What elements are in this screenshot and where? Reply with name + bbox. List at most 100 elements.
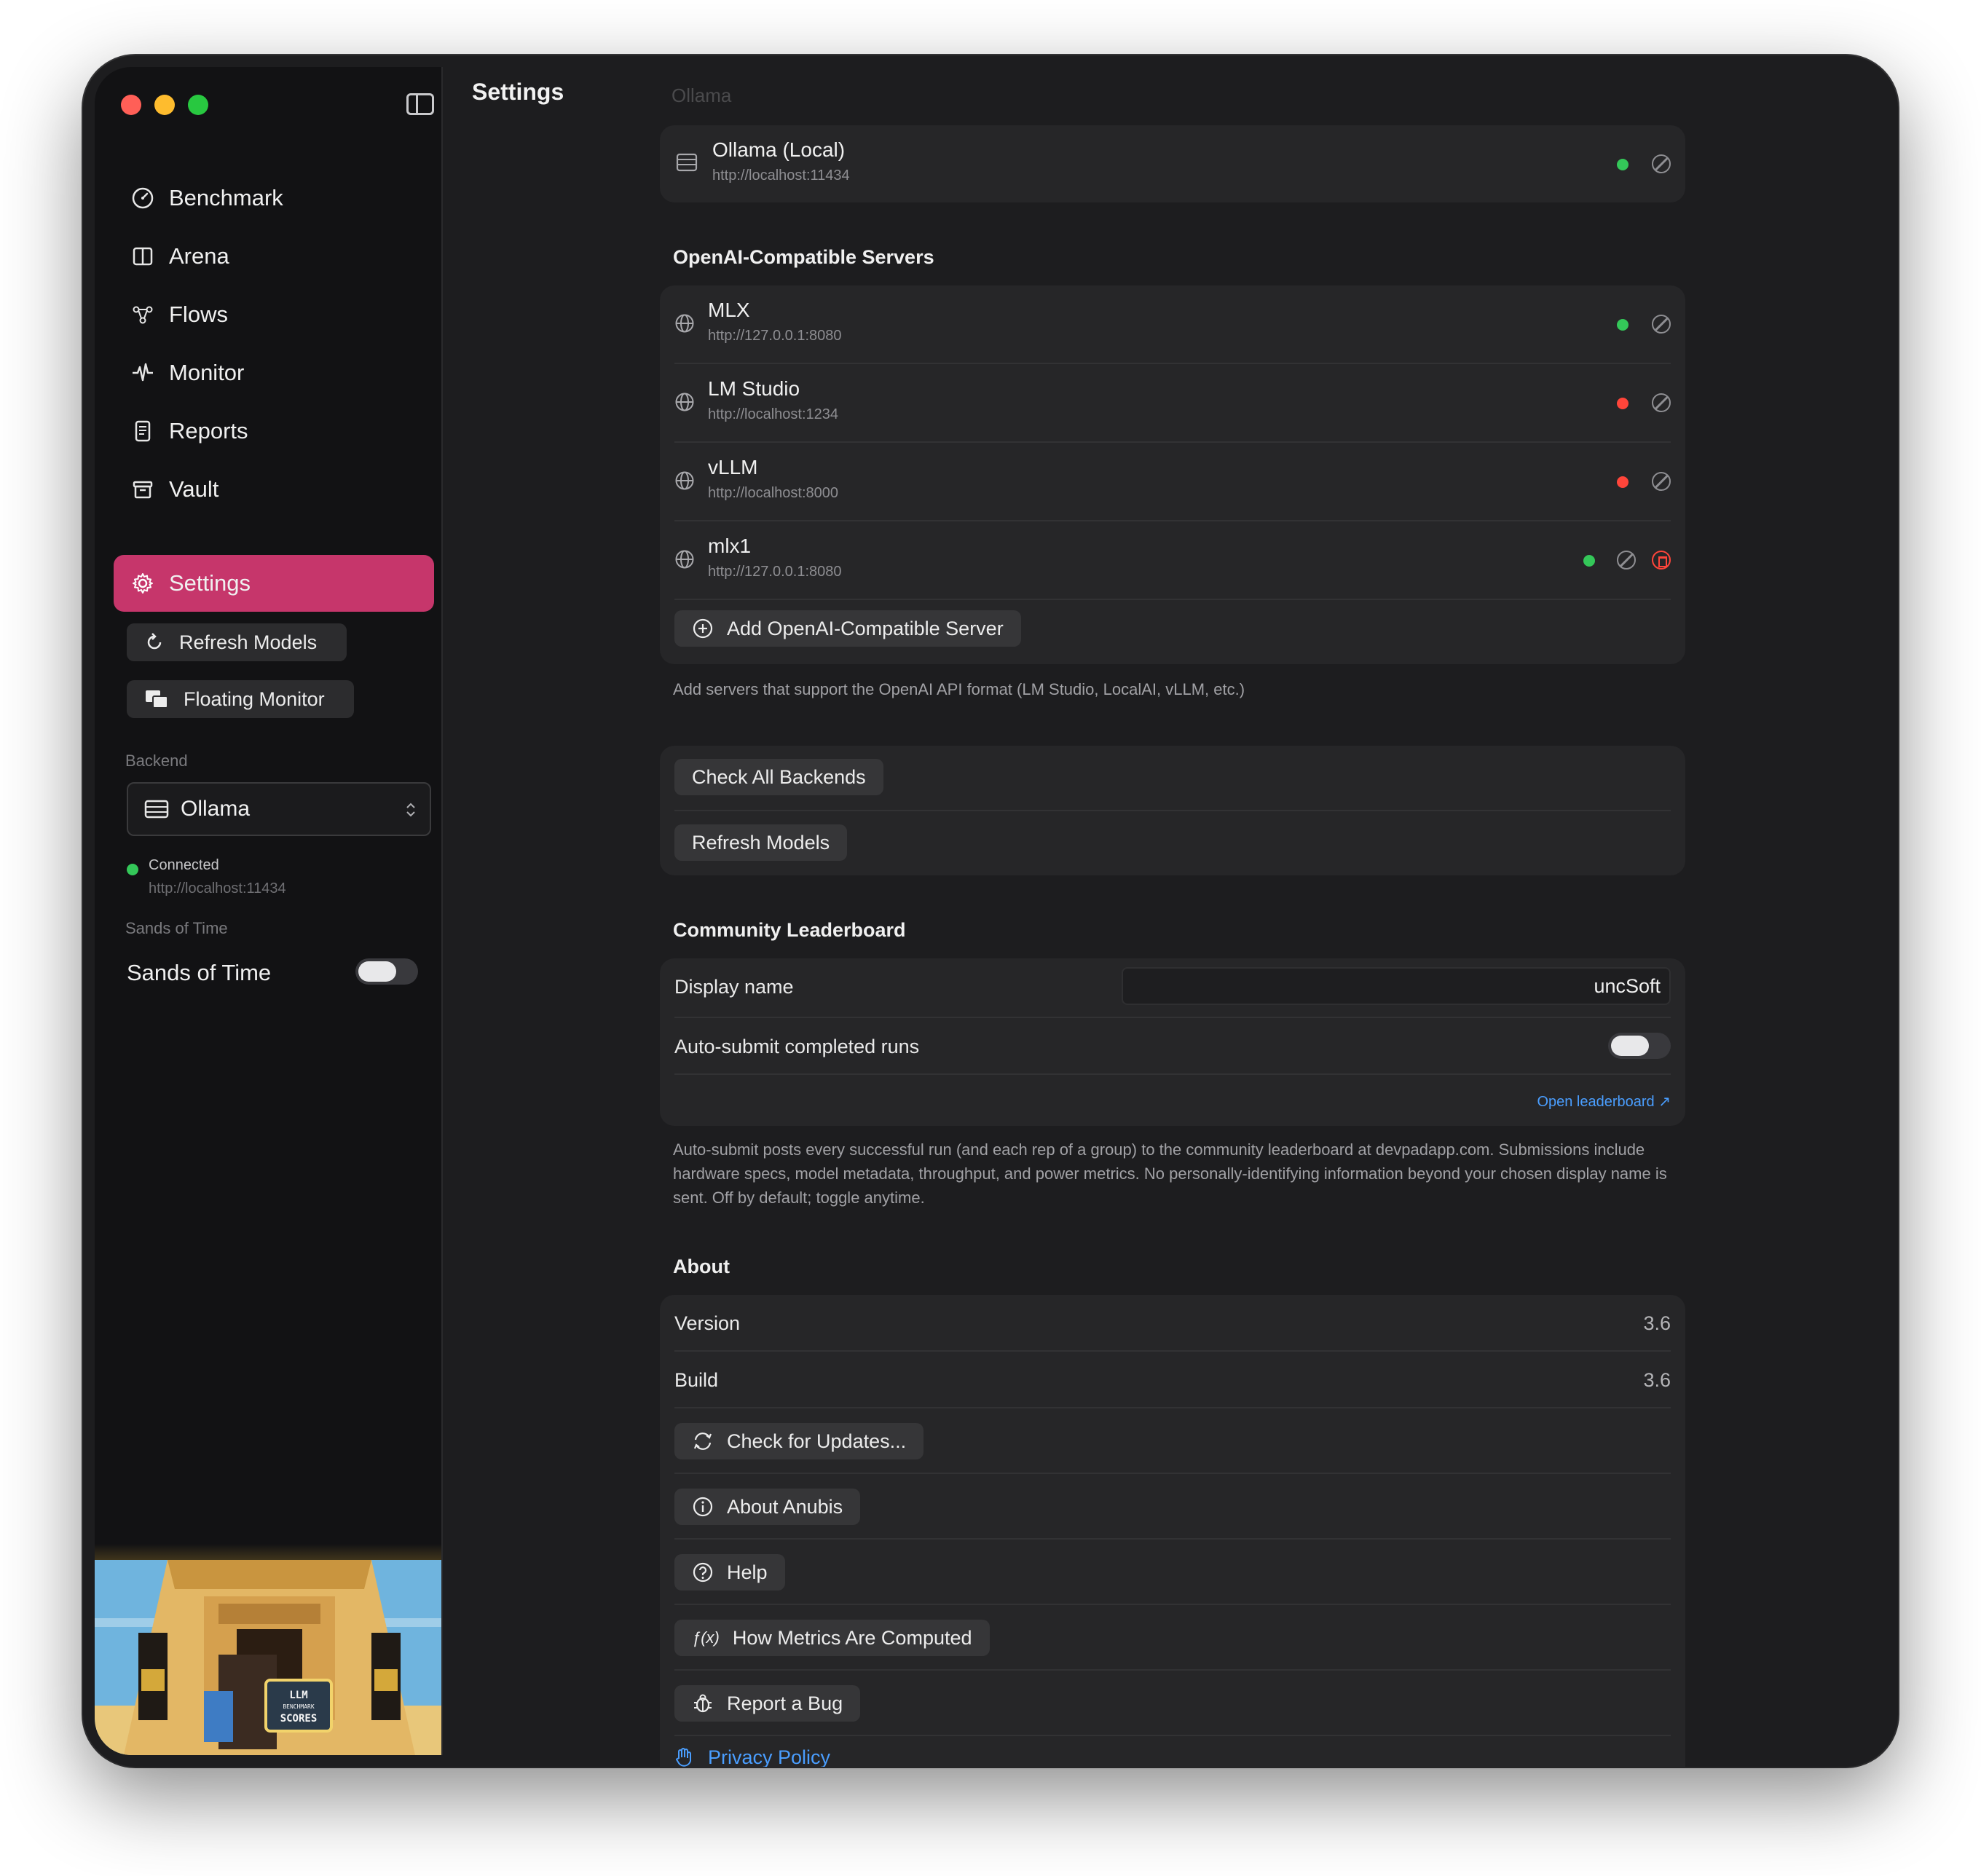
sands-section-label: Sands of Time: [125, 919, 228, 937]
auto-submit-row: Auto-submit completed runs: [674, 1018, 1671, 1075]
status-dot-green: [1617, 319, 1628, 331]
globe-icon: [674, 313, 695, 334]
auto-submit-label: Auto-submit completed runs: [674, 1036, 920, 1057]
zoom-window-button[interactable]: [188, 95, 208, 115]
server-url: http://127.0.0.1:8080: [708, 328, 842, 344]
disable-server-icon[interactable]: [1652, 315, 1671, 334]
add-openai-server-button[interactable]: Add OpenAI-Compatible Server: [674, 610, 1021, 647]
status-dot-red: [1617, 476, 1628, 488]
refresh-models-label: Refresh Models: [179, 631, 318, 653]
server-name: Ollama (Local): [712, 138, 846, 161]
refresh-models-main-button[interactable]: Refresh Models: [674, 824, 848, 861]
floating-monitor-button[interactable]: Floating Monitor: [127, 680, 354, 718]
server-row-mlx1[interactable]: mlx1 http://127.0.0.1:8080: [674, 521, 1671, 600]
sidebar-item-label: Settings: [169, 570, 251, 596]
status-dot-red: [1617, 398, 1628, 409]
connection-status-url: http://localhost:11434: [149, 880, 286, 896]
auto-submit-toggle[interactable]: [1608, 1033, 1671, 1059]
hand-raised-icon: [674, 1747, 693, 1767]
disable-server-icon[interactable]: [1652, 154, 1671, 173]
flow-nodes-icon: [130, 302, 156, 328]
status-dot-green: [1617, 159, 1628, 170]
sync-icon: [692, 1430, 714, 1452]
sidebar-item-label: Benchmark: [169, 185, 283, 210]
close-window-button[interactable]: [121, 95, 141, 115]
gear-icon: [130, 570, 156, 596]
sidebar-item-settings[interactable]: Settings: [114, 555, 434, 612]
refresh-icon: [144, 632, 165, 653]
server-url: http://localhost:11434: [712, 168, 850, 184]
backend-select[interactable]: Ollama: [127, 782, 431, 836]
display-name-row: Display name uncSoft: [674, 958, 1671, 1018]
add-openai-server-label: Add OpenAI-Compatible Server: [727, 617, 1004, 639]
server-name: vLLM: [708, 456, 758, 478]
window-controls: [121, 95, 208, 115]
sands-of-time-toggle[interactable]: [355, 958, 418, 985]
report-bug-row: Report a Bug: [674, 1671, 1671, 1736]
columns-icon: [130, 243, 156, 269]
server-url: http://localhost:8000: [708, 485, 839, 501]
how-metrics-label: How Metrics Are Computed: [732, 1626, 972, 1649]
about-anubis-button[interactable]: About Anubis: [674, 1489, 861, 1525]
leaderboard-help-text: Auto-submit posts every successful run (…: [673, 1140, 1667, 1207]
sidebar-item-flows[interactable]: Flows: [114, 288, 434, 341]
open-leaderboard-link[interactable]: Open leaderboard ↗: [1537, 1092, 1671, 1111]
privacy-policy-link[interactable]: Privacy Policy: [674, 1746, 830, 1767]
ollama-section-header: Ollama: [672, 84, 732, 106]
plus-circle-icon: [692, 618, 714, 639]
report-bug-button[interactable]: Report a Bug: [674, 1685, 861, 1722]
refresh-models-button[interactable]: Refresh Models: [127, 623, 347, 661]
refresh-models-main-label: Refresh Models: [692, 831, 830, 854]
disable-server-icon[interactable]: [1652, 472, 1671, 491]
openai-servers-card: MLX http://127.0.0.1:8080 LM Studio http…: [660, 285, 1685, 664]
delete-server-icon[interactable]: [1652, 551, 1671, 570]
minimize-window-button[interactable]: [154, 95, 175, 115]
sidebar-toggle-icon[interactable]: [406, 93, 434, 115]
version-row: Version 3.6: [674, 1295, 1671, 1352]
how-metrics-button[interactable]: ƒ(x) How Metrics Are Computed: [674, 1620, 990, 1656]
disable-server-icon[interactable]: [1652, 393, 1671, 412]
sidebar-item-monitor[interactable]: Monitor: [114, 347, 434, 399]
check-updates-button[interactable]: Check for Updates...: [674, 1423, 924, 1459]
page-title: Settings: [472, 79, 564, 105]
sidebar-item-label: Monitor: [169, 360, 245, 385]
add-server-help-text: Add servers that support the OpenAI API …: [673, 680, 1245, 698]
sidebar-item-vault[interactable]: Vault: [114, 463, 434, 516]
disable-server-icon[interactable]: [1617, 551, 1636, 570]
gauge-icon: [130, 185, 156, 211]
globe-icon: [674, 470, 695, 491]
ollama-card: Ollama (Local) http://localhost:11434: [660, 125, 1685, 202]
report-bug-label: Report a Bug: [727, 1692, 843, 1714]
how-metrics-row: ƒ(x) How Metrics Are Computed: [674, 1605, 1671, 1671]
info-icon: [692, 1496, 714, 1518]
build-label: Build: [674, 1369, 719, 1391]
status-dot-green: [1583, 555, 1595, 567]
server-row-vllm[interactable]: vLLM http://localhost:8000: [674, 443, 1671, 521]
check-all-backends-button[interactable]: Check All Backends: [674, 759, 883, 795]
sidebar-item-arena[interactable]: Arena: [114, 230, 434, 283]
ladybug-icon: [692, 1692, 714, 1714]
server-url: http://localhost:1234: [708, 406, 839, 422]
help-button[interactable]: Help: [674, 1554, 785, 1591]
chevron-up-down-icon: [405, 800, 417, 826]
connection-status-text: Connected: [149, 857, 219, 873]
display-name-field[interactable]: uncSoft: [1122, 967, 1671, 1005]
archive-box-icon: [130, 476, 156, 502]
server-row-lm-studio[interactable]: LM Studio http://localhost:1234: [674, 364, 1671, 443]
backend-actions-card: Check All Backends Refresh Models: [660, 746, 1685, 875]
windows-stack-icon: [144, 689, 169, 709]
ollama-server-row[interactable]: Ollama (Local) http://localhost:11434: [674, 125, 1671, 202]
display-name-label: Display name: [674, 976, 794, 998]
sidebar-item-reports[interactable]: Reports: [114, 405, 434, 457]
art-sign-line-1: LLM: [289, 1690, 307, 1701]
server-icon: [144, 799, 169, 819]
server-icon: [676, 153, 698, 172]
waveform-icon: [130, 360, 156, 386]
build-row: Build 3.6: [674, 1352, 1671, 1408]
sands-of-time-label: Sands of Time: [127, 960, 272, 985]
anubis-temple-illustration: LLM BENCHMARK SCORES: [95, 1560, 441, 1755]
sidebar-item-benchmark[interactable]: Benchmark: [114, 172, 434, 224]
server-row-mlx[interactable]: MLX http://127.0.0.1:8080: [674, 285, 1671, 364]
document-icon: [130, 418, 156, 444]
leaderboard-section-header: Community Leaderboard: [673, 919, 906, 941]
